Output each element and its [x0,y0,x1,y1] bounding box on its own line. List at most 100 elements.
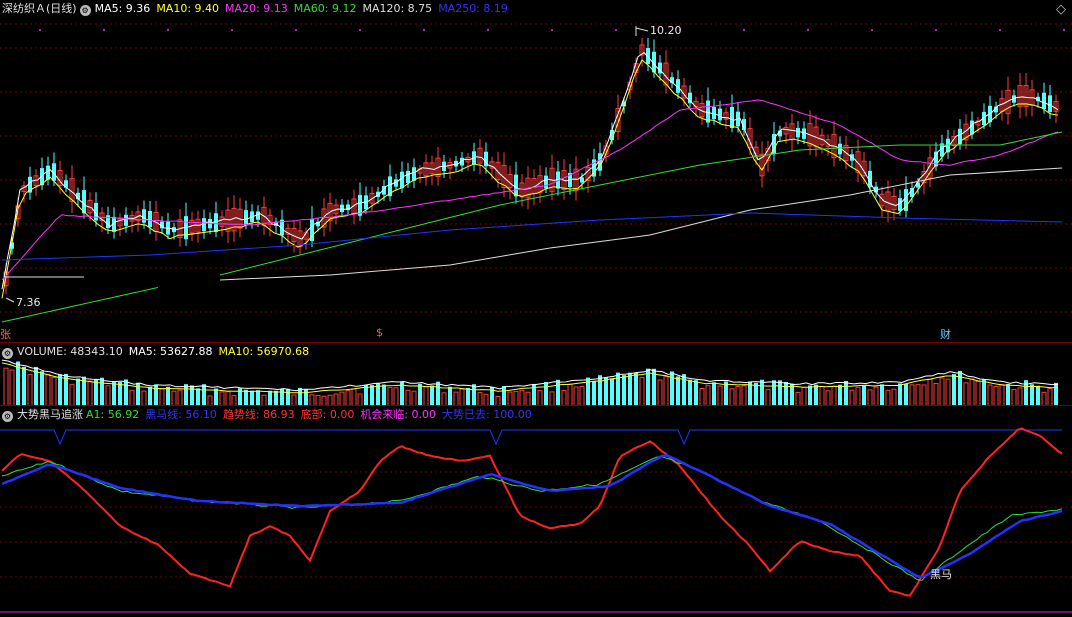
heima-signal-label: 黑马 [930,568,952,581]
volume-bar-down [898,383,902,406]
volume-bar-up [849,389,855,406]
volume-bar-down [184,384,188,406]
ma10-legend: MA10: 9.40 [156,2,220,15]
volume-bar-up [351,388,357,406]
volume-bar-up [51,376,57,406]
volume-bar-down [190,385,194,406]
volume-bar-down [430,385,434,406]
volume-bar-down [370,385,374,406]
volume-knob-icon[interactable]: ⚙ [2,348,13,359]
volume-bar-down [448,386,452,406]
volume-bar-down [118,382,122,406]
volume-bar-up [1047,388,1053,406]
candle-down [802,128,806,139]
candle-down [412,167,416,181]
volume-bar-down [214,388,218,406]
volume-bar-down [250,390,254,406]
volume-bar-down [94,379,98,406]
signal-dot [423,29,425,31]
volume-bar-up [765,389,771,406]
volume-bar-up [219,391,225,406]
cai-marker: 财 [940,328,951,341]
volume-bar-down [22,366,26,406]
volume-bar-up [705,385,711,406]
volume-bar-down [676,376,680,406]
indicator-panel[interactable]: ⚙ 大势黑马追涨 A1: 56.92 黑马线: 56.10 趋势线: 86.93 底部: … [0,405,1072,617]
volume-bar-up [933,382,939,406]
volume-bar-down [982,379,986,406]
volume-bar-down [904,383,908,406]
volume-bar-up [945,378,951,406]
volume-bar-up [993,386,999,406]
volume-bar-up [567,383,573,406]
candle-down [514,174,518,197]
volume-bar-down [1030,384,1034,406]
volume-bar-up [795,392,801,406]
candle-down [400,171,404,189]
volume-bar-down [244,389,248,406]
volume-bar-down [202,384,206,406]
volume-bar-down [724,381,728,406]
signal-dot [103,29,105,31]
volume-bar-up [699,388,705,406]
volume-bar-down [880,384,884,406]
candle-down [796,127,800,138]
volume-legend: ⚙ VOLUME: 48343.10 MA5: 53627.88 MA10: 5697… [2,344,315,360]
volume-bar-up [177,389,183,406]
volume-bar-up [891,388,897,406]
volume-bar-down [154,384,158,406]
zhang-marker: 张 [0,328,11,341]
price-panel[interactable]: 深纺织Ａ(日线) ⚙ MA5: 9.36 MA10: 9.40 MA20: 9.13 MA… [0,0,1072,342]
volume-bar-up [477,392,483,406]
volume-bar-up [921,384,927,406]
volume-bar-up [639,376,645,406]
volume-bar-up [825,390,831,406]
ma250-legend: MA250: 8.19 [438,2,508,15]
high-arrow [635,26,649,36]
volume-bar-down [1006,384,1010,406]
volume-bar-up [801,387,807,406]
ma5-legend: MA5: 9.36 [94,2,151,15]
volume-bar-up [45,373,51,406]
volume-bar-down [466,387,470,406]
volume-bar-up [873,386,879,406]
volume-bar-down [790,383,794,406]
heima-line [1,454,1063,579]
trend-legend: 趋势线: 86.93 [222,408,295,421]
volume-bar-up [507,391,513,406]
indicator-chart[interactable] [0,406,1072,617]
candle-down [124,214,128,226]
volume-bar-up [1041,391,1047,406]
volume-bar-down [40,371,44,406]
volume-bar-down [1054,382,1058,406]
dollar-marker: $ [376,326,383,339]
volume-bar-up [963,382,969,406]
volume-bar-down [502,386,506,406]
heima-legend: 黑马线: 56.10 [145,408,217,421]
volume-bar-down [364,385,368,406]
ma20-legend: MA20: 9.13 [225,2,288,15]
volume-bar-up [663,376,669,406]
volume-bar-up [975,380,981,406]
candlestick-chart[interactable] [0,0,1072,342]
indicator-knob-icon[interactable]: ⚙ [2,411,13,422]
volume-bar-up [225,391,231,406]
volume-bar-up [831,385,837,406]
volume-value: VOLUME: 48343.10 [17,345,123,358]
volume-bar-down [274,390,278,406]
volume-bar-down [1036,385,1040,406]
settings-knob-icon[interactable]: ⚙ [79,5,91,16]
a1-line [1,456,1063,581]
volume-bar-down [124,379,128,406]
volume-bar-down [778,380,782,406]
volume-bar-down [712,382,716,406]
stock-title: 深纺织Ａ(日线) [2,2,77,15]
volume-bar-up [423,386,429,406]
signal-dot [231,29,233,31]
diamond-icon[interactable]: ◇ [1056,2,1066,17]
candle-down [544,175,548,189]
ma120-legend: MA120: 8.75 [362,2,433,15]
signal-dot [615,29,617,31]
vol-ma10-legend: MA10: 56970.68 [218,345,310,358]
volume-panel[interactable]: ⚙ VOLUME: 48343.10 MA5: 53627.88 MA10: 5697… [0,342,1072,406]
